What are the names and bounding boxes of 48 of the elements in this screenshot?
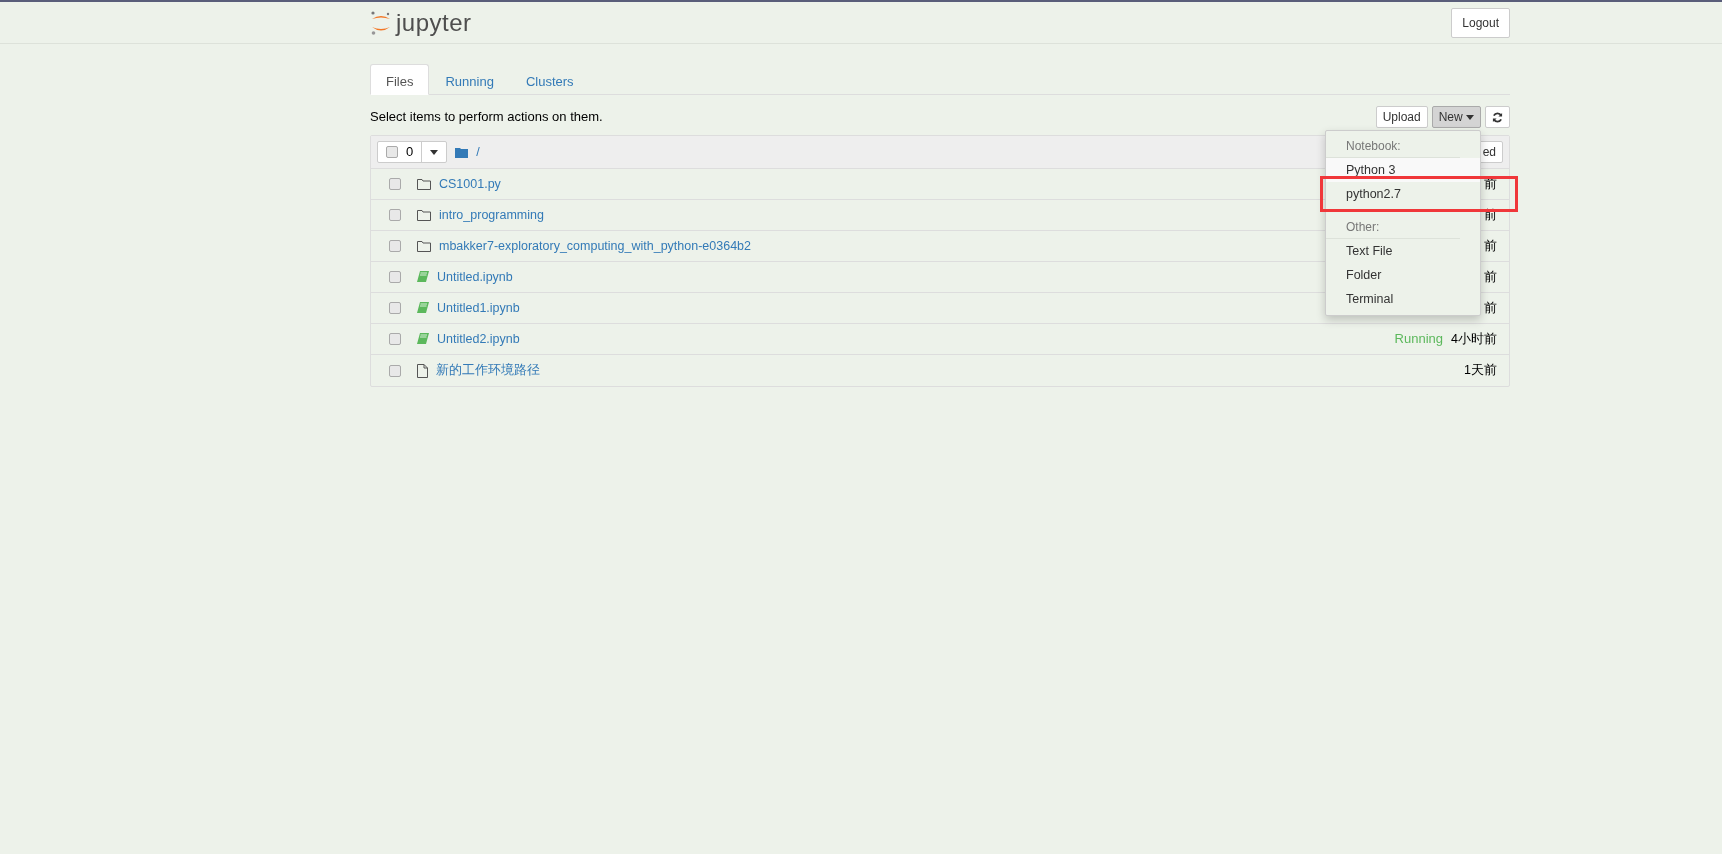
checkbox[interactable] [389, 240, 401, 252]
file-link[interactable]: Untitled1.ipynb [437, 298, 520, 318]
caret-icon [1466, 115, 1474, 121]
checkbox[interactable] [389, 333, 401, 345]
tab[interactable]: Files [370, 64, 430, 95]
modified-time: 前 [1484, 299, 1497, 317]
modified-time: 1天前 [1464, 362, 1497, 380]
book-icon [417, 271, 429, 283]
modified-time: 前 [1484, 237, 1497, 255]
logout-button[interactable]: Logout [1451, 7, 1510, 38]
checkbox[interactable] [389, 364, 401, 377]
running-status: Running [1394, 330, 1444, 349]
caret-icon [430, 149, 439, 155]
menu-item[interactable]: Text File [1326, 239, 1480, 263]
file-link[interactable]: 新的工作环境路径 [436, 361, 540, 380]
tab[interactable]: Clusters [509, 64, 590, 95]
file-link[interactable]: CS1001.py [439, 174, 501, 194]
logo-text: jupyter [396, 10, 472, 35]
menu-item[interactable]: Folder [1326, 263, 1480, 287]
folder-icon [417, 240, 431, 252]
checkbox[interactable] [389, 209, 401, 221]
logo-icon [370, 9, 392, 36]
file-link[interactable]: Untitled.ipynb [437, 267, 513, 287]
book-icon [417, 302, 429, 314]
breadcrumb-link[interactable]: / [476, 142, 480, 162]
refresh-button[interactable] [1485, 106, 1510, 128]
file-link[interactable]: intro_programming [439, 205, 544, 225]
checkbox[interactable] [389, 178, 401, 190]
file-link[interactable]: mbakker7-exploratory_computing_with_python-e0364b2 [439, 236, 751, 256]
refresh-icon [1492, 112, 1503, 124]
modified-time: 前 [1484, 268, 1497, 286]
checkbox[interactable] [389, 271, 401, 283]
menu-item[interactable]: python2.7 [1326, 182, 1480, 206]
menu-header: Other: [1326, 216, 1460, 239]
folder-icon [455, 146, 469, 158]
tab[interactable]: Running [429, 64, 510, 95]
file-link[interactable]: Untitled2.ipynb [437, 329, 520, 349]
file-icon [417, 363, 428, 378]
hint-text: Select items to perform actions on them. [370, 108, 603, 127]
folder-icon [417, 209, 431, 221]
folder-icon [417, 178, 431, 190]
modified-time: 4小时前 [1451, 330, 1497, 348]
menu-item[interactable]: Terminal [1326, 287, 1480, 311]
checkbox[interactable] [389, 302, 401, 314]
new-button[interactable]: New [1431, 106, 1481, 128]
select-all-dropdown[interactable]: 0 [377, 141, 448, 163]
book-icon [417, 333, 429, 345]
upload-button[interactable]: Upload [1375, 106, 1428, 128]
